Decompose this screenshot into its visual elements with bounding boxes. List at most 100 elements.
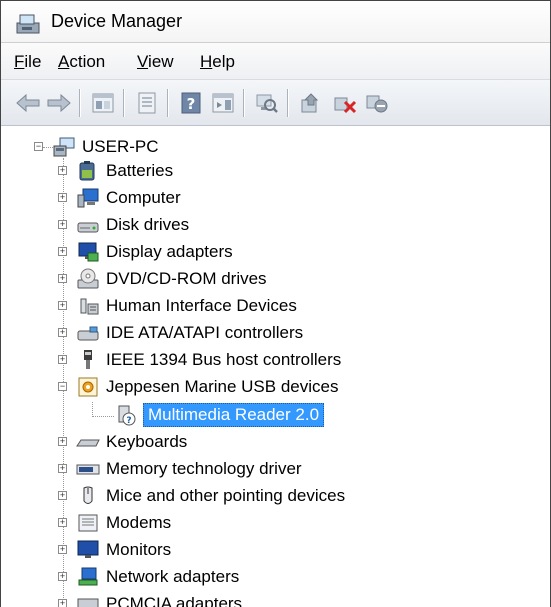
tree-item-disk-drives[interactable]: + Disk drives [58, 212, 189, 238]
expand-icon[interactable]: + [58, 220, 67, 229]
tree-item-label: Human Interface Devices [106, 296, 297, 315]
device-tree[interactable]: − USER-PC + Batteries + Computer + Disk … [1, 126, 550, 607]
menu-view[interactable]: View [137, 52, 174, 72]
tree-item-modems[interactable]: + Modems [58, 510, 171, 536]
tree-item-label: Jeppesen Marine USB devices [106, 377, 339, 396]
menu-view-accel: V [137, 52, 149, 71]
toolbar-separator [123, 89, 124, 117]
properties-button[interactable] [133, 89, 161, 117]
tree-item-keyboards[interactable]: + Keyboards [58, 429, 187, 455]
tree-item-network-adapters[interactable]: + Network adapters [58, 564, 239, 590]
menu-action-rest: ction [69, 52, 106, 71]
expand-icon[interactable]: + [58, 464, 67, 473]
tree-item-label: DVD/CD-ROM drives [106, 269, 267, 288]
tree-item-label: IEEE 1394 Bus host controllers [106, 350, 342, 369]
hid-icon [80, 298, 99, 315]
dvd-drive-icon [77, 268, 99, 289]
tree-item-display-adapters[interactable]: + Display adapters [58, 239, 233, 265]
title-bar[interactable]: Device Manager [1, 1, 550, 43]
tree-root-row[interactable]: − USER-PC [34, 134, 159, 160]
tree-item-label: IDE ATA/ATAPI controllers [106, 323, 304, 342]
expand-icon[interactable]: + [58, 193, 67, 202]
expand-icon[interactable]: + [58, 518, 67, 527]
svg-text:?: ? [187, 95, 196, 113]
show-hide-tree-icon [92, 93, 114, 113]
collapse-icon[interactable]: − [58, 382, 67, 391]
tree-line [92, 402, 93, 417]
tree-item-label: Batteries [106, 161, 174, 180]
help-button[interactable]: ? [177, 89, 205, 117]
back-arrow-icon [16, 94, 40, 112]
pcmcia-icon [77, 598, 99, 607]
properties-icon [138, 92, 156, 114]
tree-line [92, 416, 114, 417]
action-pane-icon [212, 93, 234, 113]
firewire-icon [84, 350, 92, 369]
tree-item-pcmcia[interactable]: + PCMCIA adapters [58, 591, 242, 607]
forward-button[interactable] [45, 89, 73, 117]
expand-icon[interactable]: + [58, 247, 67, 256]
toolbar: ? [1, 80, 550, 126]
expand-icon[interactable]: + [58, 437, 67, 446]
expand-icon[interactable]: + [58, 572, 67, 581]
help-icon: ? [181, 92, 201, 114]
disable-device-icon [366, 95, 388, 113]
toolbar-separator [287, 89, 288, 117]
tree-item-computer[interactable]: + Computer [58, 185, 181, 211]
toolbar-separator [167, 89, 168, 117]
menu-help[interactable]: Help [200, 52, 235, 72]
scan-hardware-icon [256, 94, 278, 113]
tree-item-multimedia-reader[interactable]: ? Multimedia Reader 2.0 [115, 402, 325, 428]
tree-item-label: Network adapters [106, 567, 240, 586]
expand-icon[interactable]: + [58, 545, 67, 554]
expand-icon[interactable]: + [58, 491, 67, 500]
modem-icon [78, 514, 98, 532]
window-title: Device Manager [51, 11, 183, 31]
toolbar-separator [79, 89, 80, 117]
ide-controller-icon [77, 326, 99, 341]
show-hide-tree-button[interactable] [89, 89, 117, 117]
tree-item-label: Display adapters [106, 242, 233, 261]
tree-item-batteries[interactable]: + Batteries [58, 158, 173, 184]
battery-icon [79, 161, 95, 181]
tree-item-jeppesen-usb[interactable]: − Jeppesen Marine USB devices [58, 374, 338, 400]
uninstall-button[interactable] [331, 89, 359, 117]
tree-item-ide-controllers[interactable]: + IDE ATA/ATAPI controllers [58, 320, 303, 346]
tree-item-label: Monitors [106, 540, 172, 559]
tree-item-hid[interactable]: + Human Interface Devices [58, 293, 297, 319]
menu-file-accel: F [14, 52, 25, 71]
tree-item-label: Memory technology driver [106, 459, 302, 478]
device-manager-icon [16, 14, 40, 34]
back-button[interactable] [14, 89, 42, 117]
device-manager-window: Device Manager File Action View Help ? −… [0, 0, 551, 607]
computer-icon [77, 188, 99, 208]
menu-action[interactable]: Action [58, 52, 105, 72]
svg-text:?: ? [126, 416, 131, 426]
network-adapter-icon [78, 567, 98, 586]
expand-icon[interactable]: + [58, 166, 67, 175]
collapse-icon[interactable]: − [34, 142, 43, 151]
expand-icon[interactable]: + [58, 355, 67, 364]
tree-root-label: USER-PC [82, 137, 159, 156]
disable-device-button[interactable] [363, 89, 391, 117]
keyboard-icon [76, 439, 100, 447]
expand-icon[interactable]: + [58, 274, 67, 283]
tree-item-ieee1394[interactable]: + IEEE 1394 Bus host controllers [58, 347, 341, 373]
update-driver-button[interactable] [297, 89, 325, 117]
action-pane-button[interactable] [209, 89, 237, 117]
uninstall-icon [334, 97, 357, 114]
tree-item-label: Disk drives [106, 215, 190, 234]
tree-item-label: Computer [106, 188, 181, 207]
toolbar-separator [243, 89, 244, 117]
menu-file[interactable]: File [14, 52, 41, 72]
scan-hardware-button[interactable] [253, 89, 281, 117]
tree-item-dvd-drives[interactable]: + DVD/CD-ROM drives [58, 266, 267, 292]
tree-item-mice[interactable]: + Mice and other pointing devices [58, 483, 345, 509]
expand-icon[interactable]: + [58, 301, 67, 310]
menu-view-rest: iew [148, 52, 174, 71]
tree-item-monitors[interactable]: + Monitors [58, 537, 171, 563]
tree-item-label: Keyboards [106, 432, 188, 451]
tree-item-memory-technology[interactable]: + Memory technology driver [58, 456, 302, 482]
expand-icon[interactable]: + [58, 328, 67, 337]
disk-drive-icon [77, 222, 99, 233]
